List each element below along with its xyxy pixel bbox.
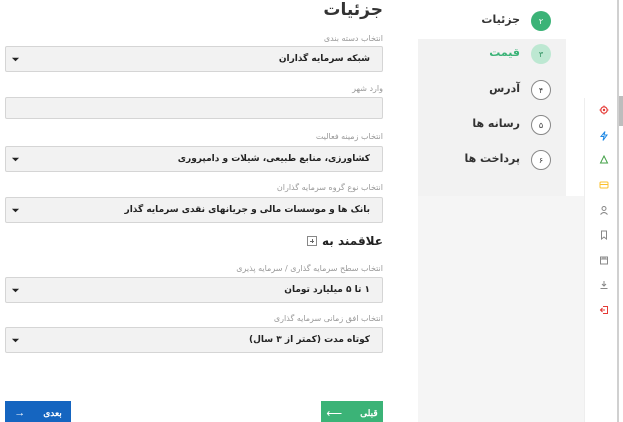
time-horizon-label: انتخاب افق زمانی سرمایه گذاری xyxy=(273,314,383,323)
step-number: ۶ xyxy=(531,150,551,170)
steps-panel-background xyxy=(418,196,584,422)
previous-button-label: قبلی xyxy=(360,407,378,418)
next-button[interactable]: بعدی → xyxy=(5,401,71,422)
city-input[interactable] xyxy=(5,97,383,119)
step-address[interactable]: ۴ آدرس xyxy=(418,75,566,108)
step-label: پرداخت ها xyxy=(464,152,520,165)
form-area: جزئیات انتخاب دسته بندی شبکه سرمایه گذار… xyxy=(0,0,395,422)
window-edge xyxy=(617,0,619,422)
step-payments[interactable]: ۶ پرداخت ها xyxy=(418,145,566,178)
chevron-down-icon xyxy=(11,157,20,162)
category-label: انتخاب دسته بندی xyxy=(323,34,383,43)
gear-icon[interactable] xyxy=(599,105,609,115)
store-icon[interactable] xyxy=(599,255,609,265)
step-label: جزئیات xyxy=(481,13,520,26)
activity-label: انتخاب زمینه فعالیت xyxy=(315,132,383,141)
step-label: رسانه ها xyxy=(472,117,520,130)
step-number: ۲ xyxy=(531,11,551,31)
arrow-left-icon: ⟵ xyxy=(326,407,343,420)
chevron-down-icon xyxy=(11,57,20,62)
download-icon[interactable] xyxy=(599,280,609,290)
previous-button[interactable]: قبلی ⟵ xyxy=(321,401,383,422)
investment-level-select[interactable]: ۱ تا ۵ میلیارد تومان xyxy=(5,277,383,303)
scrollbar-thumb[interactable] xyxy=(619,96,623,126)
investor-group-select[interactable]: بانک ها و موسسات مالی و جریانهای نقدی سر… xyxy=(5,197,383,223)
card-icon[interactable] xyxy=(599,180,609,190)
arrow-right-icon: → xyxy=(14,407,26,419)
bookmark-icon[interactable] xyxy=(599,230,609,240)
city-label: وارد شهر xyxy=(352,84,383,93)
investor-group-label: انتخاب نوع گروه سرمایه گذاران xyxy=(276,183,383,192)
bell-icon[interactable] xyxy=(599,155,609,165)
step-label: آدرس xyxy=(489,82,520,95)
time-horizon-select-value: کوتاه مدت (کمتر از ۳ سال) xyxy=(248,335,370,345)
step-number: ۳ xyxy=(531,44,551,64)
investor-group-select-value: بانک ها و موسسات مالی و جریانهای نقدی سر… xyxy=(124,205,370,215)
investment-level-label: انتخاب سطح سرمایه گذاری / سرمایه پذیری xyxy=(236,264,383,273)
expand-plus-icon[interactable] xyxy=(306,236,317,246)
chevron-down-icon xyxy=(11,288,20,293)
next-button-label: بعدی xyxy=(43,407,62,418)
activity-select-value: کشاورزی، منابع طبیعی، شیلات و دامپروری xyxy=(177,154,370,164)
page-title: جزئیات xyxy=(323,0,383,20)
investment-level-select-value: ۱ تا ۵ میلیارد تومان xyxy=(284,285,370,295)
steps-panel: ۲ جزئیات ۳ قیمت ۴ آدرس ۵ رسانه ها ۶ پردا… xyxy=(418,6,566,196)
step-number: ۴ xyxy=(531,80,551,100)
bolt-icon[interactable] xyxy=(599,131,609,141)
interested-in-section[interactable]: علاقمند به xyxy=(306,234,383,248)
activity-select[interactable]: کشاورزی، منابع طبیعی، شیلات و دامپروری xyxy=(5,146,383,172)
category-select-value: شبکه سرمایه گذاران xyxy=(278,54,370,64)
user-icon[interactable] xyxy=(599,205,609,215)
step-details[interactable]: ۲ جزئیات xyxy=(418,6,566,39)
category-select[interactable]: شبکه سرمایه گذاران xyxy=(5,46,383,72)
step-media[interactable]: ۵ رسانه ها xyxy=(418,110,566,143)
step-label: قیمت xyxy=(489,46,520,59)
step-price[interactable]: ۳ قیمت xyxy=(418,39,566,72)
icon-rail xyxy=(584,98,612,422)
chevron-down-icon xyxy=(11,208,20,213)
interested-in-title: علاقمند به xyxy=(321,234,383,248)
time-horizon-select[interactable]: کوتاه مدت (کمتر از ۳ سال) xyxy=(5,327,383,353)
chevron-down-icon xyxy=(11,338,20,343)
logout-icon[interactable] xyxy=(599,305,609,315)
step-number: ۵ xyxy=(531,115,551,135)
